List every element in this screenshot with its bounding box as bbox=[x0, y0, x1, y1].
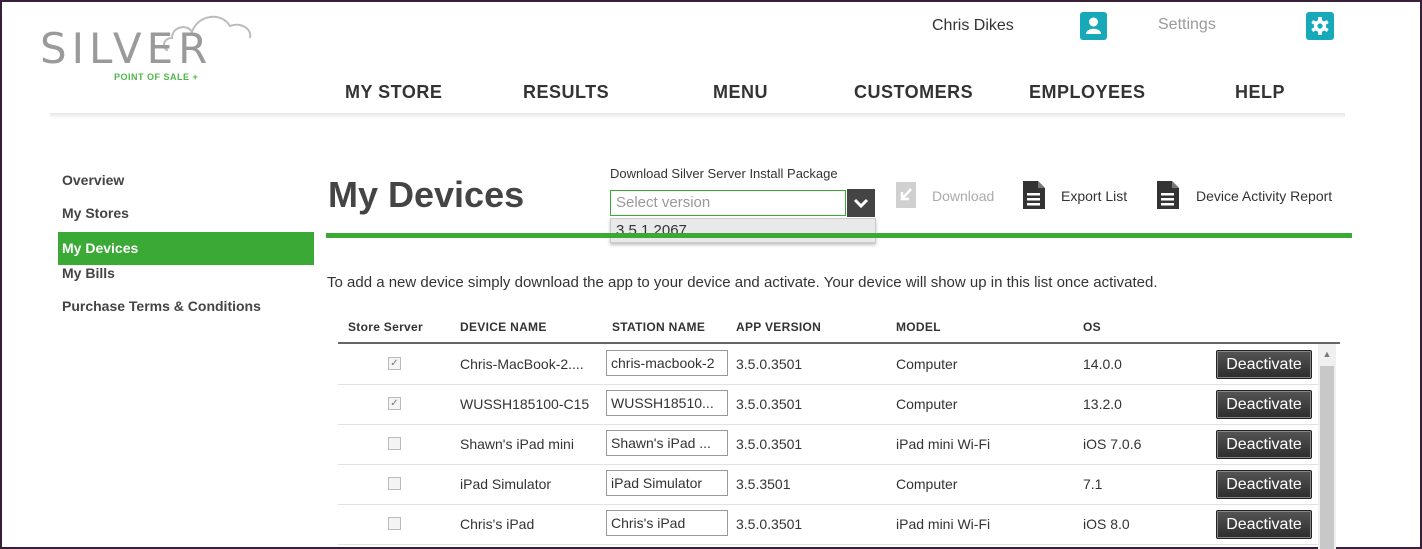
chevron-down-icon[interactable] bbox=[847, 189, 875, 217]
store-server-checkbox[interactable]: ✓ bbox=[388, 357, 401, 370]
nav-customers[interactable]: CUSTOMERS bbox=[854, 82, 973, 103]
table-row: Shawn's iPad mini Shawn's iPad ... 3.5.0… bbox=[338, 424, 1318, 465]
deactivate-button[interactable]: Deactivate bbox=[1216, 470, 1312, 499]
device-name: Shawn's iPad mini bbox=[460, 436, 574, 452]
sidebar-item-my-stores[interactable]: My Stores bbox=[58, 201, 314, 234]
version-option[interactable]: 3.5.1.2067 bbox=[610, 218, 876, 243]
model: iPad mini Wi-Fi bbox=[896, 516, 991, 532]
user-icon[interactable] bbox=[1080, 12, 1107, 40]
store-server-checkbox[interactable] bbox=[388, 477, 401, 490]
store-server-checkbox[interactable] bbox=[388, 517, 401, 530]
gear-icon[interactable] bbox=[1306, 12, 1334, 40]
model: iPad mini Wi-Fi bbox=[896, 436, 991, 452]
table-scrollbar[interactable]: ▲ bbox=[1318, 344, 1336, 549]
model: Computer bbox=[896, 476, 958, 492]
header-os: OS bbox=[1083, 320, 1101, 334]
station-name-input[interactable]: Chris's iPad bbox=[606, 510, 728, 536]
download-package-label: Download Silver Server Install Package bbox=[610, 166, 838, 181]
user-name[interactable]: Chris Dikes bbox=[932, 17, 1014, 35]
device-name: iPad Simulator bbox=[460, 476, 552, 492]
station-name-input[interactable]: Shawn's iPad ... bbox=[606, 430, 728, 456]
table-row: Chris's iPad Chris's iPad 3.5.0.3501 iPa… bbox=[338, 504, 1318, 545]
export-list-button[interactable]: Export List bbox=[1061, 188, 1127, 204]
table-row: iPad Simulator iPad Simulator 3.5.3501 C… bbox=[338, 464, 1318, 505]
device-name: WUSSH185100-C15 bbox=[460, 396, 590, 412]
sidebar: Overview My Stores My Devices My Bills P… bbox=[58, 168, 314, 327]
app-version: 3.5.0.3501 bbox=[736, 356, 803, 372]
header-device-name: DEVICE NAME bbox=[460, 320, 547, 334]
sidebar-item-purchase-terms[interactable]: Purchase Terms & Conditions bbox=[58, 294, 314, 327]
header-model: MODEL bbox=[896, 320, 941, 334]
table-row: ✓ Chris-MacBook-2.... chris-macbook-2 3.… bbox=[338, 344, 1318, 385]
deactivate-button[interactable]: Deactivate bbox=[1216, 430, 1312, 459]
model: Computer bbox=[896, 356, 958, 372]
station-name-input[interactable]: WUSSH18510... bbox=[606, 390, 728, 416]
download-icon[interactable] bbox=[895, 181, 917, 209]
nav-help[interactable]: HELP bbox=[1235, 82, 1285, 103]
nav-results[interactable]: RESULTS bbox=[523, 82, 609, 103]
version-select[interactable]: Select version bbox=[610, 190, 846, 216]
app-version: 3.5.3501 bbox=[736, 476, 791, 492]
device-activity-report-button[interactable]: Device Activity Report bbox=[1196, 188, 1332, 204]
table-row: ✓ WUSSH185100-C15 WUSSH18510... 3.5.0.35… bbox=[338, 384, 1318, 425]
settings-link[interactable]: Settings bbox=[1158, 16, 1216, 34]
deactivate-button[interactable]: Deactivate bbox=[1216, 510, 1312, 539]
os: iOS 7.0.6 bbox=[1083, 436, 1142, 452]
deactivate-button[interactable]: Deactivate bbox=[1216, 350, 1312, 379]
station-name-input[interactable]: iPad Simulator bbox=[606, 470, 728, 496]
logo-tagline: POINT OF SALE + bbox=[114, 72, 199, 82]
model: Computer bbox=[896, 396, 958, 412]
header-station-name: STATION NAME bbox=[612, 320, 706, 334]
title-divider bbox=[326, 233, 1352, 238]
store-server-checkbox[interactable] bbox=[388, 437, 401, 450]
store-server-checkbox[interactable]: ✓ bbox=[388, 397, 401, 410]
os: iOS 8.0 bbox=[1083, 516, 1130, 532]
logo-wordmark: SILVER bbox=[40, 24, 213, 73]
silver-logo[interactable]: SILVER POINT OF SALE + bbox=[40, 10, 252, 82]
app-version: 3.5.0.3501 bbox=[736, 436, 803, 452]
app-version: 3.5.0.3501 bbox=[736, 516, 803, 532]
nav-divider bbox=[50, 113, 1345, 119]
scroll-thumb[interactable] bbox=[1320, 366, 1334, 549]
nav-employees[interactable]: EMPLOYEES bbox=[1029, 82, 1146, 103]
table-header: Store Server DEVICE NAME STATION NAME AP… bbox=[338, 318, 1340, 344]
download-button[interactable]: Download bbox=[932, 188, 994, 204]
nav-menu[interactable]: MENU bbox=[713, 82, 768, 103]
intro-text: To add a new device simply download the … bbox=[327, 274, 1158, 291]
page-title: My Devices bbox=[328, 174, 525, 215]
main-nav: MY STORE RESULTS MENU CUSTOMERS EMPLOYEE… bbox=[300, 82, 1360, 110]
os: 14.0.0 bbox=[1083, 356, 1122, 372]
device-name: Chris's iPad bbox=[460, 516, 535, 532]
document-icon[interactable] bbox=[1022, 180, 1046, 210]
sidebar-item-overview[interactable]: Overview bbox=[58, 168, 314, 201]
os: 7.1 bbox=[1083, 476, 1103, 492]
scroll-up-arrow-icon[interactable]: ▲ bbox=[1318, 344, 1336, 364]
os: 13.2.0 bbox=[1083, 396, 1122, 412]
header-app-version: APP VERSION bbox=[736, 320, 822, 334]
device-name: Chris-MacBook-2.... bbox=[460, 356, 584, 372]
header-store-server: Store Server bbox=[348, 320, 423, 334]
sidebar-item-my-bills[interactable]: My Bills bbox=[58, 261, 314, 294]
deactivate-button[interactable]: Deactivate bbox=[1216, 390, 1312, 419]
station-name-input[interactable]: chris-macbook-2 bbox=[606, 350, 728, 376]
report-icon[interactable] bbox=[1156, 180, 1180, 210]
app-version: 3.5.0.3501 bbox=[736, 396, 803, 412]
nav-my-store[interactable]: MY STORE bbox=[345, 82, 442, 103]
